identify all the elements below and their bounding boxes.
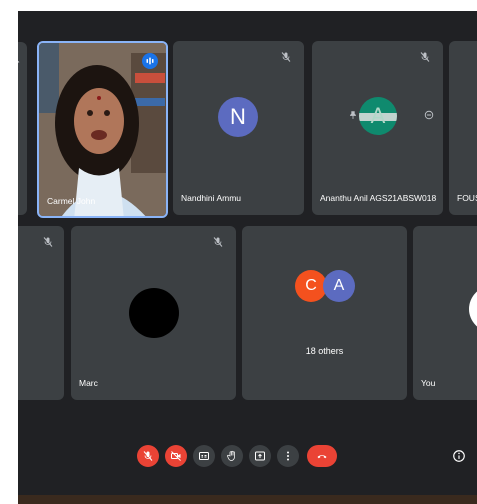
- mic-off-icon: [212, 236, 224, 248]
- camera-off-icon: [171, 451, 181, 461]
- pin-icon[interactable]: [348, 110, 358, 120]
- captions-icon: [199, 452, 209, 460]
- mic-toggle-button[interactable]: [137, 445, 159, 467]
- avatar-initial: N: [230, 104, 246, 129]
- mic-off-icon: [143, 451, 153, 461]
- others-count-label: 18 others: [305, 346, 344, 356]
- meeting-details-button[interactable]: [452, 449, 466, 463]
- participant-tile-carmel[interactable]: Carmel John: [37, 41, 168, 218]
- camera-toggle-button[interactable]: [165, 445, 187, 467]
- speaking-indicator-icon: [142, 53, 158, 69]
- participant-tile-marc[interactable]: Marc: [71, 226, 236, 400]
- participant-name: Ananthu Anil AGS21ABSW018: [320, 193, 437, 203]
- participant-tile-you[interactable]: You: [413, 226, 477, 400]
- participant-tile-nandhini[interactable]: N Nandhini Ammu: [173, 41, 304, 215]
- participant-name: Marc: [79, 378, 98, 388]
- participant-name: FOUS: [457, 193, 477, 203]
- present-button[interactable]: [249, 445, 271, 467]
- video-feed: [39, 43, 166, 216]
- avatar: N: [218, 97, 258, 137]
- participant-name: Carmel John: [47, 196, 96, 206]
- remove-icon[interactable]: [424, 110, 434, 120]
- meeting-stage: Carmel John N Nandhini Ammu A Ananthu An…: [18, 11, 477, 495]
- avatar-others-2: A: [323, 270, 355, 302]
- avatar-initial: C: [305, 277, 317, 294]
- avatar: [129, 288, 179, 338]
- mic-off-icon: [18, 52, 21, 64]
- captions-button[interactable]: [193, 445, 215, 467]
- participant-tile-fous[interactable]: FOUS: [449, 41, 477, 215]
- mic-off-icon: [280, 51, 292, 63]
- participant-name: You: [421, 378, 436, 388]
- avatar: [469, 286, 477, 332]
- info-icon: [453, 450, 465, 462]
- raise-hand-icon: [227, 450, 235, 461]
- participant-tile-partial-left-2[interactable]: [18, 226, 64, 400]
- participant-tile-partial-left[interactable]: [18, 42, 27, 215]
- participant-tile-ananthu[interactable]: A Ananthu Anil AGS21ABSW018: [312, 41, 443, 215]
- raise-hand-button[interactable]: [221, 445, 243, 467]
- more-options-icon: [287, 451, 289, 461]
- present-icon: [255, 451, 265, 461]
- more-options-button[interactable]: [277, 445, 299, 467]
- avatar-initial: A: [370, 103, 386, 128]
- avatar-initial: A: [333, 277, 345, 294]
- end-call-button[interactable]: [307, 445, 337, 467]
- end-call-icon: [317, 455, 327, 459]
- mic-off-icon: [419, 51, 431, 63]
- avatar: A: [359, 97, 397, 135]
- participant-tile-others[interactable]: C A 18 others: [242, 226, 407, 400]
- mic-off-icon: [42, 236, 54, 248]
- bottom-edge: [18, 495, 477, 504]
- participant-name: Nandhini Ammu: [181, 193, 242, 203]
